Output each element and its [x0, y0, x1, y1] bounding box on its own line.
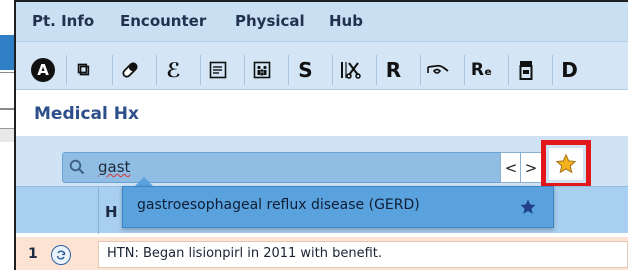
- a-circle-icon: A: [31, 58, 55, 82]
- suggestion-text: gastroesophageal reflux disease (GERD): [137, 197, 420, 213]
- tool-button-surgery[interactable]: [332, 55, 366, 85]
- pill-icon: [121, 62, 138, 78]
- sync-icon[interactable]: [51, 245, 71, 265]
- menu-bar: Pt. Info Encounter Physical Hub: [16, 2, 628, 42]
- search-input[interactable]: gast: [62, 152, 510, 183]
- table-row[interactable]: 1 HTN: Began lisionpirl in 2011 with ben…: [16, 237, 628, 270]
- re-icon: Rₑ: [470, 60, 493, 80]
- menu-pt-info[interactable]: Pt. Info: [32, 12, 94, 30]
- background-divider: [0, 72, 14, 73]
- favorites-button[interactable]: [549, 148, 583, 180]
- tool-button-rx-bottle[interactable]: [508, 55, 542, 85]
- section-header: Medical Hx: [16, 90, 628, 136]
- medicine-bottle-icon: [519, 61, 532, 80]
- tool-button-re[interactable]: Rₑ: [464, 55, 498, 85]
- star-icon: [555, 153, 577, 174]
- search-query-text: gast: [98, 158, 131, 176]
- column-divider: [98, 187, 99, 234]
- tool-button-r[interactable]: R: [376, 55, 410, 85]
- background-panel: [0, 128, 14, 142]
- tool-button-medications[interactable]: [112, 55, 146, 85]
- star-icon[interactable]: [519, 198, 537, 216]
- s-icon: S: [298, 58, 313, 82]
- d-icon: D: [561, 58, 578, 82]
- tool-button-family[interactable]: [244, 55, 278, 85]
- row-text: HTN: Began lisionpirl in 2011 with benef…: [107, 246, 383, 261]
- column-header-label[interactable]: H: [105, 203, 118, 221]
- menu-encounter[interactable]: Encounter: [120, 12, 206, 30]
- menu-hub[interactable]: Hub: [329, 12, 363, 30]
- toolbar: A ⧉ ℰ S R Rₑ D: [16, 42, 628, 90]
- row-text-cell[interactable]: HTN: Began lisionpirl in 2011 with benef…: [98, 241, 628, 268]
- copy-pages-icon: ⧉: [77, 60, 90, 80]
- tool-button-a[interactable]: A: [26, 55, 60, 85]
- app-window: Pt. Info Encounter Physical Hub A ⧉ ℰ S …: [14, 0, 628, 270]
- section-title: Medical Hx: [34, 104, 139, 124]
- background-divider: [0, 108, 14, 110]
- tool-button-d[interactable]: D: [552, 55, 586, 85]
- r-icon: R: [385, 58, 402, 82]
- document-list-icon: [209, 61, 226, 79]
- next-match-button[interactable]: >: [520, 152, 542, 183]
- background-window-gap: [0, 0, 14, 35]
- tool-button-s[interactable]: S: [288, 55, 322, 85]
- background-window-tab: [0, 35, 14, 70]
- menu-physical[interactable]: Physical: [235, 12, 305, 30]
- tool-button-eye-exam[interactable]: [420, 55, 454, 85]
- tool-button-notes[interactable]: [200, 55, 234, 85]
- caduceus-icon: ℰ: [166, 58, 181, 82]
- previous-match-button[interactable]: <: [500, 152, 522, 183]
- tool-button-copy[interactable]: ⧉: [66, 55, 100, 85]
- eye-exam-icon: [426, 64, 449, 74]
- row-number: 1: [28, 246, 38, 262]
- family-icon: [253, 61, 270, 79]
- autocomplete-suggestion[interactable]: gastroesophageal reflux disease (GERD): [122, 186, 554, 228]
- tool-button-medical[interactable]: ℰ: [156, 55, 190, 85]
- search-icon: [69, 159, 85, 175]
- surgery-icon: [340, 62, 361, 79]
